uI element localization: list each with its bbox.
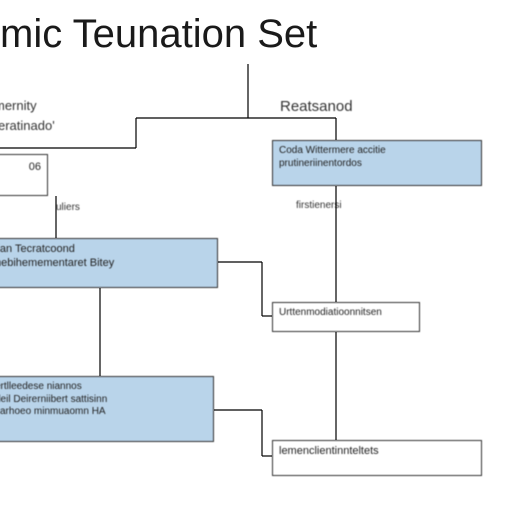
label-left-upper1: mernity	[0, 98, 37, 114]
box-bottom-left: ertlleedese niannos deil Deirerniibert s…	[0, 376, 214, 442]
diagram-title: mic Teunation Set	[0, 12, 512, 57]
box-right-small: Urttenmodiatioonnitsen	[272, 302, 420, 332]
box-left-count: 06	[0, 154, 48, 196]
label-right-header: Reatsanod	[280, 98, 353, 116]
box-bottom-right: lemenclientinnteltets	[272, 440, 482, 476]
label-left-footer: uliers	[56, 202, 80, 214]
box-right-top: Coda Wittermere accitie prutineriinentor…	[272, 140, 482, 186]
box-left-mid: lian Tecratcoond nebihemementaret Bitey	[0, 238, 218, 288]
label-mid-under: firstienersi	[296, 200, 342, 212]
label-left-upper2: eratinado'	[0, 118, 55, 134]
